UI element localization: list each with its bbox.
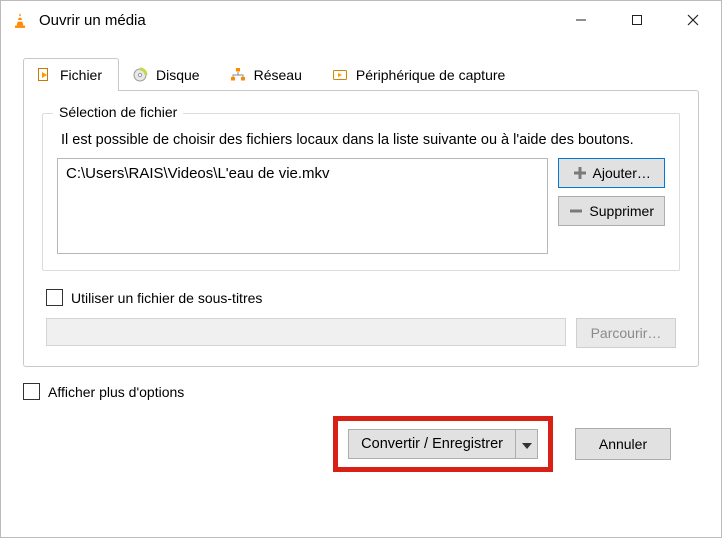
tab-panel-file: Sélection de fichier Il est possible de … [23, 90, 699, 367]
remove-file-button[interactable]: Supprimer [558, 196, 665, 226]
file-tab-icon [36, 67, 52, 83]
add-file-label: Ajouter… [593, 165, 651, 181]
add-file-button[interactable]: Ajouter… [558, 158, 665, 188]
use-subtitle-checkbox[interactable] [46, 289, 63, 306]
browse-subtitle-label: Parcourir… [591, 325, 662, 341]
cancel-label: Annuler [599, 436, 647, 452]
minimize-button[interactable] [553, 2, 609, 38]
tab-disc-label: Disque [156, 67, 200, 83]
tab-network[interactable]: Réseau [217, 58, 319, 91]
file-selection-group: Sélection de fichier Il est possible de … [42, 113, 680, 271]
titlebar: Ouvrir un média [1, 1, 721, 39]
chevron-down-icon [522, 436, 532, 452]
plus-icon [573, 166, 587, 180]
tab-file[interactable]: Fichier [23, 58, 119, 91]
file-list[interactable]: C:\Users\RAIS\Videos\L'eau de vie.mkv [57, 158, 548, 254]
tab-capture-label: Périphérique de capture [356, 67, 505, 83]
remove-file-label: Supprimer [589, 203, 654, 219]
file-list-item[interactable]: C:\Users\RAIS\Videos\L'eau de vie.mkv [66, 165, 539, 182]
subtitle-path-input [46, 318, 566, 346]
more-options-checkbox[interactable] [23, 383, 40, 400]
maximize-button[interactable] [609, 2, 665, 38]
network-tab-icon [230, 67, 246, 83]
window-title: Ouvrir un média [39, 12, 146, 29]
use-subtitle-label: Utiliser un fichier de sous-titres [71, 290, 262, 306]
tab-capture[interactable]: Périphérique de capture [319, 58, 522, 91]
tab-bar: Fichier Disque Réseau Périphérique de ca… [23, 57, 699, 90]
disc-tab-icon [132, 67, 148, 83]
tab-network-label: Réseau [254, 67, 302, 83]
minus-icon [569, 204, 583, 218]
convert-save-label: Convertir / Enregistrer [361, 436, 503, 452]
browse-subtitle-button: Parcourir… [576, 318, 676, 348]
close-button[interactable] [665, 2, 721, 38]
tab-disc[interactable]: Disque [119, 58, 217, 91]
capture-tab-icon [332, 67, 348, 83]
vlc-cone-icon [11, 11, 29, 29]
convert-save-button[interactable]: Convertir / Enregistrer [348, 429, 516, 459]
file-selection-legend: Sélection de fichier [53, 104, 183, 120]
convert-highlight: Convertir / Enregistrer [333, 416, 553, 472]
more-options-label: Afficher plus d'options [48, 384, 184, 400]
tab-file-label: Fichier [60, 67, 102, 83]
convert-save-dropdown[interactable] [516, 429, 538, 459]
cancel-button[interactable]: Annuler [575, 428, 671, 460]
file-selection-hint: Il est possible de choisir des fichiers … [61, 132, 665, 148]
